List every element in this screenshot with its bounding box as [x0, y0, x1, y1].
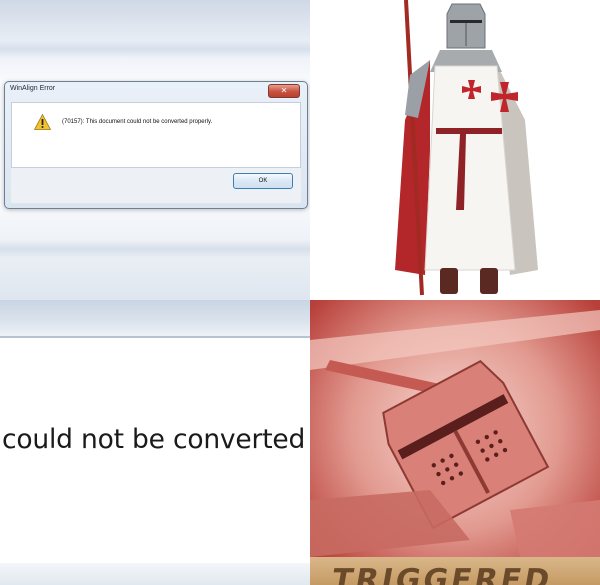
templar-knight-image — [395, 0, 538, 296]
triggered-banner: TRIGGERED — [310, 557, 600, 585]
blurred-background-band — [0, 40, 310, 58]
close-button[interactable]: ✕ — [268, 84, 300, 98]
ok-button[interactable]: OK — [233, 173, 293, 189]
belt — [436, 128, 502, 134]
error-dialog-panel: WinAlign Error ✕ (70157): This document … — [0, 0, 310, 300]
error-message: (70157): This document could not be conv… — [62, 119, 213, 125]
blurred-footer-bar — [0, 563, 310, 585]
templar-knight-panel — [310, 0, 600, 300]
boot — [440, 268, 458, 294]
triggered-knight-image — [310, 300, 600, 585]
dialog-body: (70157): This document could not be conv… — [11, 102, 301, 168]
blurred-title-bar — [0, 300, 310, 338]
chainmail-shoulder — [510, 500, 600, 557]
zoomed-text-panel: could not be converted — [0, 300, 310, 585]
triggered-label: TRIGGERED — [328, 563, 556, 585]
blurred-background-band — [0, 240, 310, 258]
triggered-knight-panel: TRIGGERED — [310, 300, 600, 585]
error-dialog: WinAlign Error ✕ (70157): This document … — [4, 81, 308, 209]
dialog-title: WinAlign Error — [10, 85, 56, 92]
warning-icon — [34, 114, 51, 130]
helm-visor-slit — [450, 20, 482, 23]
zoomed-error-text: could not be converted — [2, 424, 306, 455]
boot — [480, 268, 498, 294]
dialog-footer: OK — [11, 168, 301, 203]
